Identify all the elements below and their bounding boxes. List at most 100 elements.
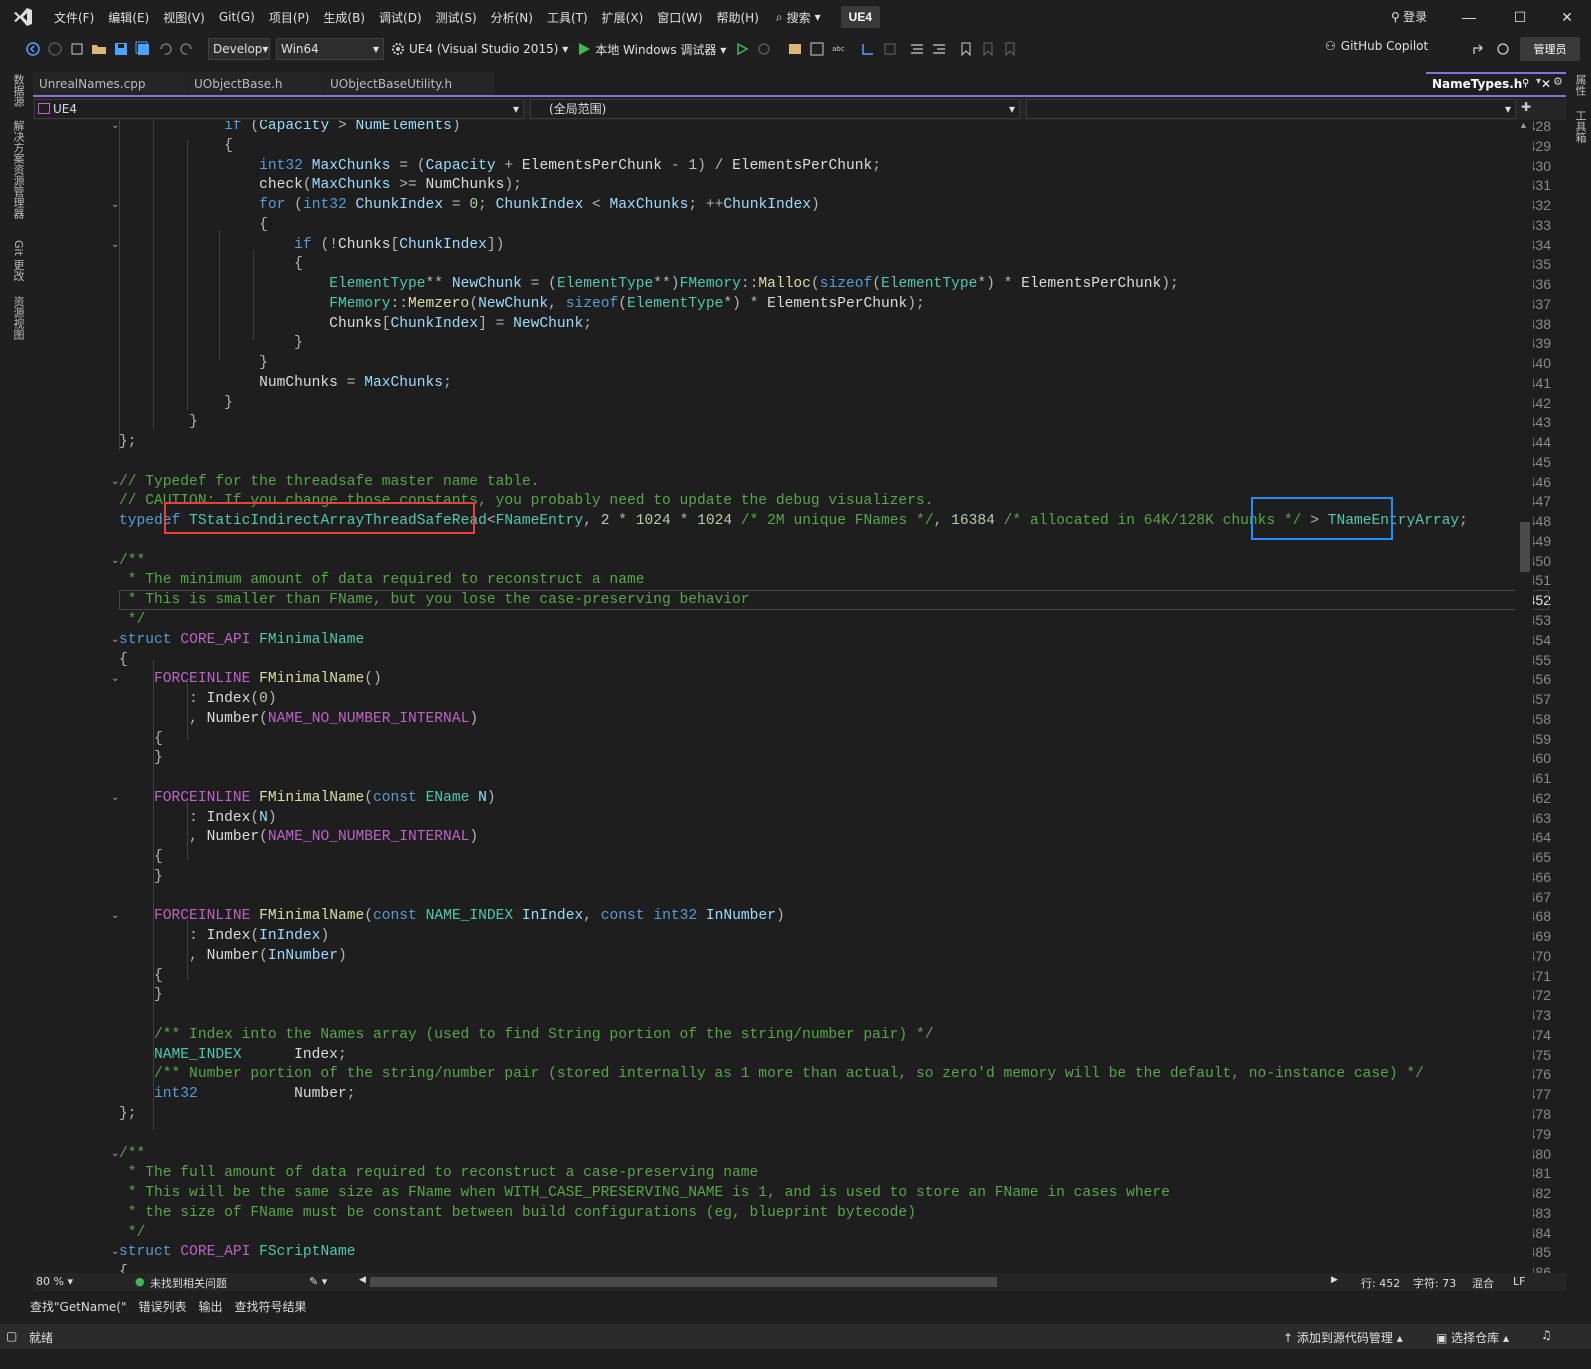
sign-in-button[interactable]: ⚲ 登录 [1391, 8, 1427, 25]
code-line[interactable]: * The minimum amount of data required to… [119, 570, 645, 590]
code-line[interactable]: { [119, 966, 163, 986]
settings-gear-icon[interactable]: ⚙ [1553, 75, 1563, 88]
left-tab-git-changes[interactable]: Git 更改 [10, 240, 26, 281]
menu-item-2[interactable]: 视图(V) [156, 9, 212, 26]
code-line[interactable]: for (int32 ChunkIndex = 0; ChunkIndex < … [119, 195, 820, 215]
bell-icon[interactable]: ♫ [1541, 1328, 1552, 1342]
code-line[interactable]: int32 Number; [119, 1084, 355, 1104]
window-layout-icon[interactable] [809, 41, 825, 57]
code-line[interactable]: } [119, 748, 163, 768]
code-line[interactable]: { [119, 729, 163, 749]
tab-overflow-icon[interactable]: ▾ [1536, 76, 1541, 87]
code-line[interactable]: }; [119, 432, 137, 452]
menu-item-9[interactable]: 工具(T) [540, 9, 595, 26]
code-line[interactable]: int32 MaxChunks = (Capacity + ElementsPe… [119, 156, 881, 176]
menu-item-11[interactable]: 窗口(W) [650, 9, 709, 26]
back-icon[interactable] [25, 41, 41, 57]
code-line[interactable]: check(MaxChunks >= NumChunks); [119, 175, 522, 195]
menu-item-7[interactable]: 测试(S) [429, 9, 484, 26]
code-line[interactable]: { [119, 847, 163, 867]
menu-item-0[interactable]: 文件(F) [47, 9, 101, 26]
close-button[interactable]: ✕ [1557, 8, 1577, 26]
left-tab-datasource[interactable]: 数据源 [10, 74, 26, 107]
play-icon[interactable] [576, 41, 592, 57]
solution-explorer-icon[interactable] [787, 41, 803, 57]
code-line[interactable]: } [119, 353, 268, 373]
menu-item-10[interactable]: 扩展(X) [595, 9, 651, 26]
code-editor[interactable]: 428 ⌄ if (Capacity > NumElements) 429 {430… [33, 120, 1553, 1282]
forward-icon[interactable] [47, 41, 63, 57]
code-line[interactable]: }; [119, 1104, 137, 1124]
feedback-icon[interactable] [1495, 41, 1511, 57]
code-line[interactable]: } [119, 867, 163, 887]
split-editor-icon[interactable]: ✚ [1521, 100, 1531, 114]
code-line[interactable]: * This is smaller than FName, but you lo… [119, 590, 750, 610]
scroll-up-icon[interactable]: ▲ [1519, 120, 1528, 130]
menu-item-12[interactable]: 帮助(H) [710, 9, 766, 26]
code-line[interactable]: /** [119, 551, 145, 571]
maximize-button[interactable]: ☐ [1510, 8, 1530, 26]
code-line[interactable]: : Index(InIndex) [119, 926, 329, 946]
new-project-icon[interactable] [69, 41, 85, 57]
whitespace-indicator[interactable]: 混合 [1472, 1275, 1494, 1291]
admin-badge[interactable]: 管理员 [1520, 37, 1580, 61]
hot-reload-icon[interactable] [756, 41, 772, 57]
code-line[interactable]: FORCEINLINE FMinimalName() [119, 669, 382, 689]
tab-nametypes-h[interactable]: NameTypes.h ⚲ ✕ [1426, 72, 1566, 96]
code-line[interactable]: { [119, 215, 268, 235]
code-line[interactable]: * the size of FName must be constant bet… [119, 1203, 916, 1223]
code-line[interactable]: /** [119, 1144, 145, 1164]
code-line[interactable]: { [119, 136, 233, 156]
search-button[interactable]: ⌕ 搜索 ▾ [776, 9, 821, 26]
code-line[interactable]: if (!Chunks[ChunkIndex]) [119, 235, 504, 255]
code-line[interactable]: // Typedef for the threadsafe master nam… [119, 472, 539, 492]
left-tab-solution-explorer[interactable]: 解决方案资源管理器 [10, 120, 26, 219]
source-control-button[interactable]: ↑ 添加到源代码管理 ▴ [1283, 1329, 1403, 1346]
run-debugger-button[interactable]: 本地 Windows 调试器 ▾ [595, 41, 726, 58]
menu-item-6[interactable]: 调试(D) [372, 9, 429, 26]
code-line[interactable]: FMemory::Memzero(NewChunk, sizeof(Elemen… [119, 294, 925, 314]
code-line[interactable]: { [119, 254, 303, 274]
left-tab-resource-view[interactable]: 资源视图 [10, 296, 26, 340]
code-line[interactable]: } [119, 393, 233, 413]
minimize-button[interactable]: — [1459, 8, 1479, 26]
next-bookmark-icon[interactable] [1002, 41, 1018, 57]
horizontal-scroll-thumb[interactable] [370, 1277, 997, 1287]
char-indicator[interactable]: 字符: 73 [1413, 1275, 1456, 1291]
startup-project-dropdown[interactable]: UE4 (Visual Studio 2015) ▾ [409, 42, 568, 56]
scroll-left-icon[interactable]: ◀ [359, 1275, 366, 1285]
code-line[interactable]: , Number(NAME_NO_NUMBER_INTERNAL) [119, 827, 478, 847]
tab-uobjectbaseutility-h[interactable]: UObjectBaseUtility.h [324, 72, 494, 96]
code-line[interactable]: NumChunks = MaxChunks; [119, 373, 452, 393]
select-repo-button[interactable]: ▣ 选择仓库 ▴ [1436, 1329, 1509, 1346]
close-tab-icon[interactable]: ✕ [1541, 74, 1551, 94]
line-indicator[interactable]: 行: 452 [1361, 1275, 1400, 1291]
bookmark-icon[interactable] [958, 41, 974, 57]
code-line[interactable]: { [119, 650, 128, 670]
step-icon[interactable] [860, 41, 876, 57]
code-line[interactable]: Chunks[ChunkIndex] = NewChunk; [119, 314, 592, 334]
scope-dropdown[interactable]: (全局范围) ▾ [530, 99, 1020, 119]
uncomment-lines-icon[interactable] [931, 41, 947, 57]
code-line[interactable]: struct CORE_API FScriptName [119, 1242, 355, 1262]
code-line[interactable]: /** Number portion of the string/number … [119, 1064, 1424, 1084]
prev-bookmark-icon[interactable] [980, 41, 996, 57]
code-line[interactable]: */ [119, 610, 146, 630]
comment-lines-icon[interactable] [909, 41, 925, 57]
panel-tab-find[interactable]: 查找"GetName(" [30, 1298, 127, 1318]
share-icon[interactable] [1471, 41, 1487, 57]
code-line[interactable]: ElementType** NewChunk = (ElementType**)… [119, 274, 1179, 294]
code-line[interactable]: FORCEINLINE FMinimalName(const EName N) [119, 788, 496, 808]
code-cleanup-icon[interactable]: ✎ ▾ [309, 1275, 327, 1288]
start-without-debugging-icon[interactable] [734, 41, 750, 57]
panel-tab-error-list[interactable]: 错误列表 [139, 1298, 187, 1318]
right-tab-properties[interactable]: 属性 [1572, 74, 1588, 96]
code-line[interactable]: */ [119, 1223, 146, 1243]
member-dropdown[interactable]: ▾ [1026, 99, 1516, 119]
code-line[interactable]: : Index(N) [119, 808, 277, 828]
menu-item-8[interactable]: 分析(N) [484, 9, 540, 26]
visual-studio-logo-icon[interactable] [11, 5, 35, 29]
pin-icon[interactable]: ⚲ [1522, 74, 1529, 94]
notification-icon[interactable]: ▢ [6, 1329, 17, 1343]
menu-item-3[interactable]: Git(G) [212, 10, 262, 24]
